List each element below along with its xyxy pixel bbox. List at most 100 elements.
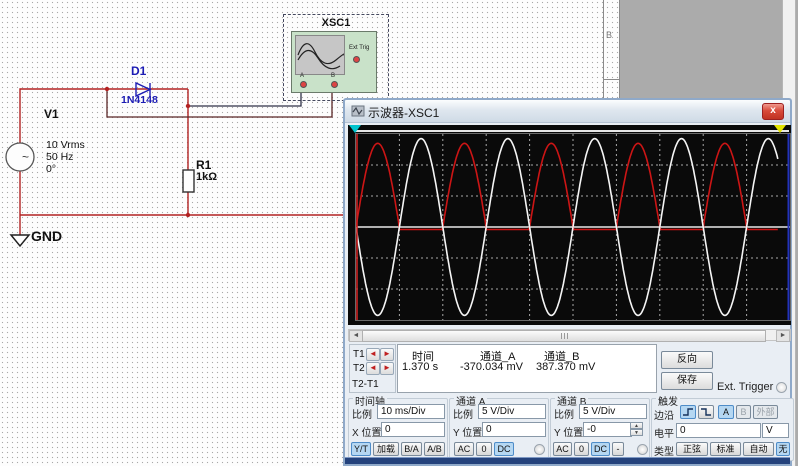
oscilloscope-app-icon (351, 104, 365, 118)
xsc1-ext-trig-label: Ext Trig (349, 45, 369, 51)
channel-b-connector-icon (637, 444, 648, 455)
d1-part-label[interactable]: 1N4148 (121, 94, 158, 106)
channel-b-zero-button[interactable]: 0 (574, 442, 589, 456)
t1-label: T1 (353, 349, 365, 360)
scrollbar-thumb[interactable] (362, 330, 766, 342)
t2-label: T2 (353, 363, 365, 374)
rising-edge-button[interactable] (680, 405, 696, 419)
ext-trigger-connector-icon[interactable] (776, 382, 787, 393)
channel-a-dc-button[interactable]: DC (494, 442, 514, 456)
channel-b-ac-button[interactable]: AC (553, 442, 572, 456)
channel-b-ypos-label: Y 位置 (554, 424, 583, 439)
t2-right-button[interactable]: ► (380, 362, 394, 375)
channel-a-value: -370.034 mV (460, 361, 523, 373)
xsc1-body[interactable]: Ext Trig A B (291, 31, 377, 93)
oscilloscope-icon-xsc1[interactable]: XSC1 Ext Trig A B (283, 14, 389, 101)
add-mode-button[interactable]: 加载 (373, 442, 399, 456)
scope-display (348, 125, 791, 325)
rising-edge-icon (681, 406, 695, 417)
trigger-type-sine-button[interactable]: 正弦 (676, 442, 708, 456)
trigger-level-label: 电平 (654, 425, 674, 440)
ypos-spinner-up[interactable]: ▲ (630, 422, 643, 429)
ext-trigger-label: Ext. Trigger (717, 381, 773, 393)
oscilloscope-window: 示波器-XSC1 x ◄ ► T1 ◄ ► T2 ◄ ► T2-T1 (343, 98, 792, 466)
channel-b-ypos-field[interactable]: -0 (583, 422, 632, 437)
trigger-edge-label: 边沿 (654, 407, 674, 422)
save-button[interactable]: 保存 (661, 372, 713, 390)
timebase-scale-field[interactable]: 10 ms/Div (377, 404, 445, 419)
channel-b-invert-button[interactable]: - (612, 442, 624, 456)
channel-b-scale-field[interactable]: 5 V/Div (579, 404, 647, 419)
display-horizontal-scrollbar[interactable]: ◄ ► (348, 329, 791, 341)
trigger-source-ext-button[interactable]: 外部 (753, 405, 778, 419)
channel-a-zero-button[interactable]: 0 (476, 442, 492, 456)
xsc1-mini-screen (295, 35, 345, 75)
falling-edge-icon (699, 406, 713, 417)
trigger-type-label: 类型 (654, 443, 674, 458)
sheet-zone-tick (603, 79, 620, 80)
trigger-level-unit-field: V (762, 423, 789, 438)
timebase-scale-label: 比例 (352, 406, 372, 421)
xsc1-terminal-b-label: B (331, 73, 335, 79)
trigger-type-normal-button[interactable]: 标准 (710, 442, 741, 456)
channel-a-ypos-field[interactable]: 0 (482, 422, 546, 437)
trigger-type-none-button[interactable]: 无 (776, 442, 790, 456)
channel-b-value: 387.370 mV (536, 361, 595, 373)
timebase-xpos-field[interactable]: 0 (381, 422, 445, 437)
yt-mode-button[interactable]: Y/T (351, 442, 371, 456)
xsc1-ref-label: XSC1 (284, 17, 388, 29)
t1-time-value: 1.370 s (402, 361, 438, 373)
scroll-left-arrow[interactable]: ◄ (349, 330, 363, 342)
trigger-group: 触发 边沿 A B 外部 电平 0 V 类型 正弦 标准 自动 无 (651, 398, 794, 461)
ab-mode-button[interactable]: A/B (424, 442, 445, 456)
channel-a-ac-button[interactable]: AC (454, 442, 474, 456)
gnd-label[interactable]: GND (31, 228, 62, 244)
r1-ref-label[interactable]: R1 (196, 158, 211, 172)
scrollbar-grip (561, 333, 569, 339)
window-titlebar[interactable]: 示波器-XSC1 x (345, 100, 790, 123)
scope-plot (355, 133, 791, 321)
multisim-workspace: { "schematic": { "v1": {"ref": "V1", "pr… (0, 0, 798, 466)
t1-cursor-marker[interactable] (349, 125, 361, 133)
t1-right-button[interactable]: ► (380, 348, 394, 361)
trigger-title: 触发 (656, 393, 680, 408)
v1-properties[interactable]: 10 Vrms50 Hz0° (46, 139, 85, 175)
t2t1-label: T2-T1 (352, 379, 379, 390)
channel-b-scale-label: 比例 (554, 406, 574, 421)
falling-edge-button[interactable] (698, 405, 714, 419)
channel-a-ypos-label: Y 位置 (453, 424, 482, 439)
trigger-source-a-button[interactable]: A (718, 405, 734, 419)
t2-cursor-marker[interactable] (774, 125, 786, 133)
channel-b-dc-button[interactable]: DC (591, 442, 610, 456)
channel-a-scale-label: 比例 (453, 406, 473, 421)
timebase-xpos-label: X 位置 (352, 424, 381, 439)
measurement-readout: 时间 通道_A 通道_B 1.370 s -370.034 mV 387.370… (397, 344, 657, 393)
scroll-right-arrow[interactable]: ► (776, 330, 790, 342)
cursor-controls: T1 ◄ ► T2 ◄ ► T2-T1 (349, 344, 396, 393)
t2-left-button[interactable]: ◄ (366, 362, 380, 375)
cursor-track (355, 130, 789, 132)
t1-left-button[interactable]: ◄ (366, 348, 380, 361)
xsc1-terminal-a[interactable] (300, 81, 307, 88)
v1-ref-label[interactable]: V1 (44, 107, 59, 121)
trigger-type-auto-button[interactable]: 自动 (743, 442, 774, 456)
window-title: 示波器-XSC1 (368, 104, 439, 121)
channel-a-connector-icon (534, 444, 545, 455)
xsc1-terminal-a-label: A (300, 73, 304, 79)
ba-mode-button[interactable]: B/A (401, 442, 422, 456)
trigger-source-b-button[interactable]: B (736, 405, 751, 419)
channel-a-group: 通道 A 比例 5 V/Div Y 位置 0 AC 0 DC (449, 398, 549, 461)
close-button[interactable]: x (762, 103, 784, 120)
ypos-spinner-down[interactable]: ▼ (630, 429, 643, 436)
trigger-level-field[interactable]: 0 (676, 423, 761, 438)
xsc1-ext-trig-terminal[interactable] (353, 56, 360, 63)
timebase-group: 时间轴 比例 10 ms/Div X 位置 0 Y/T 加载 B/A A/B (348, 398, 448, 461)
d1-ref-label[interactable]: D1 (131, 64, 146, 78)
r1-value-label[interactable]: 1kΩ (196, 171, 217, 183)
reverse-button[interactable]: 反向 (661, 351, 713, 369)
xsc1-terminal-b[interactable] (331, 81, 338, 88)
channel-b-group: 通道 B 比例 5 V/Div Y 位置 -0 ▲ ▼ AC 0 DC - (550, 398, 650, 461)
window-bottom-border (345, 457, 790, 464)
sheet-zone-label: B (606, 30, 612, 40)
channel-a-scale-field[interactable]: 5 V/Div (478, 404, 546, 419)
